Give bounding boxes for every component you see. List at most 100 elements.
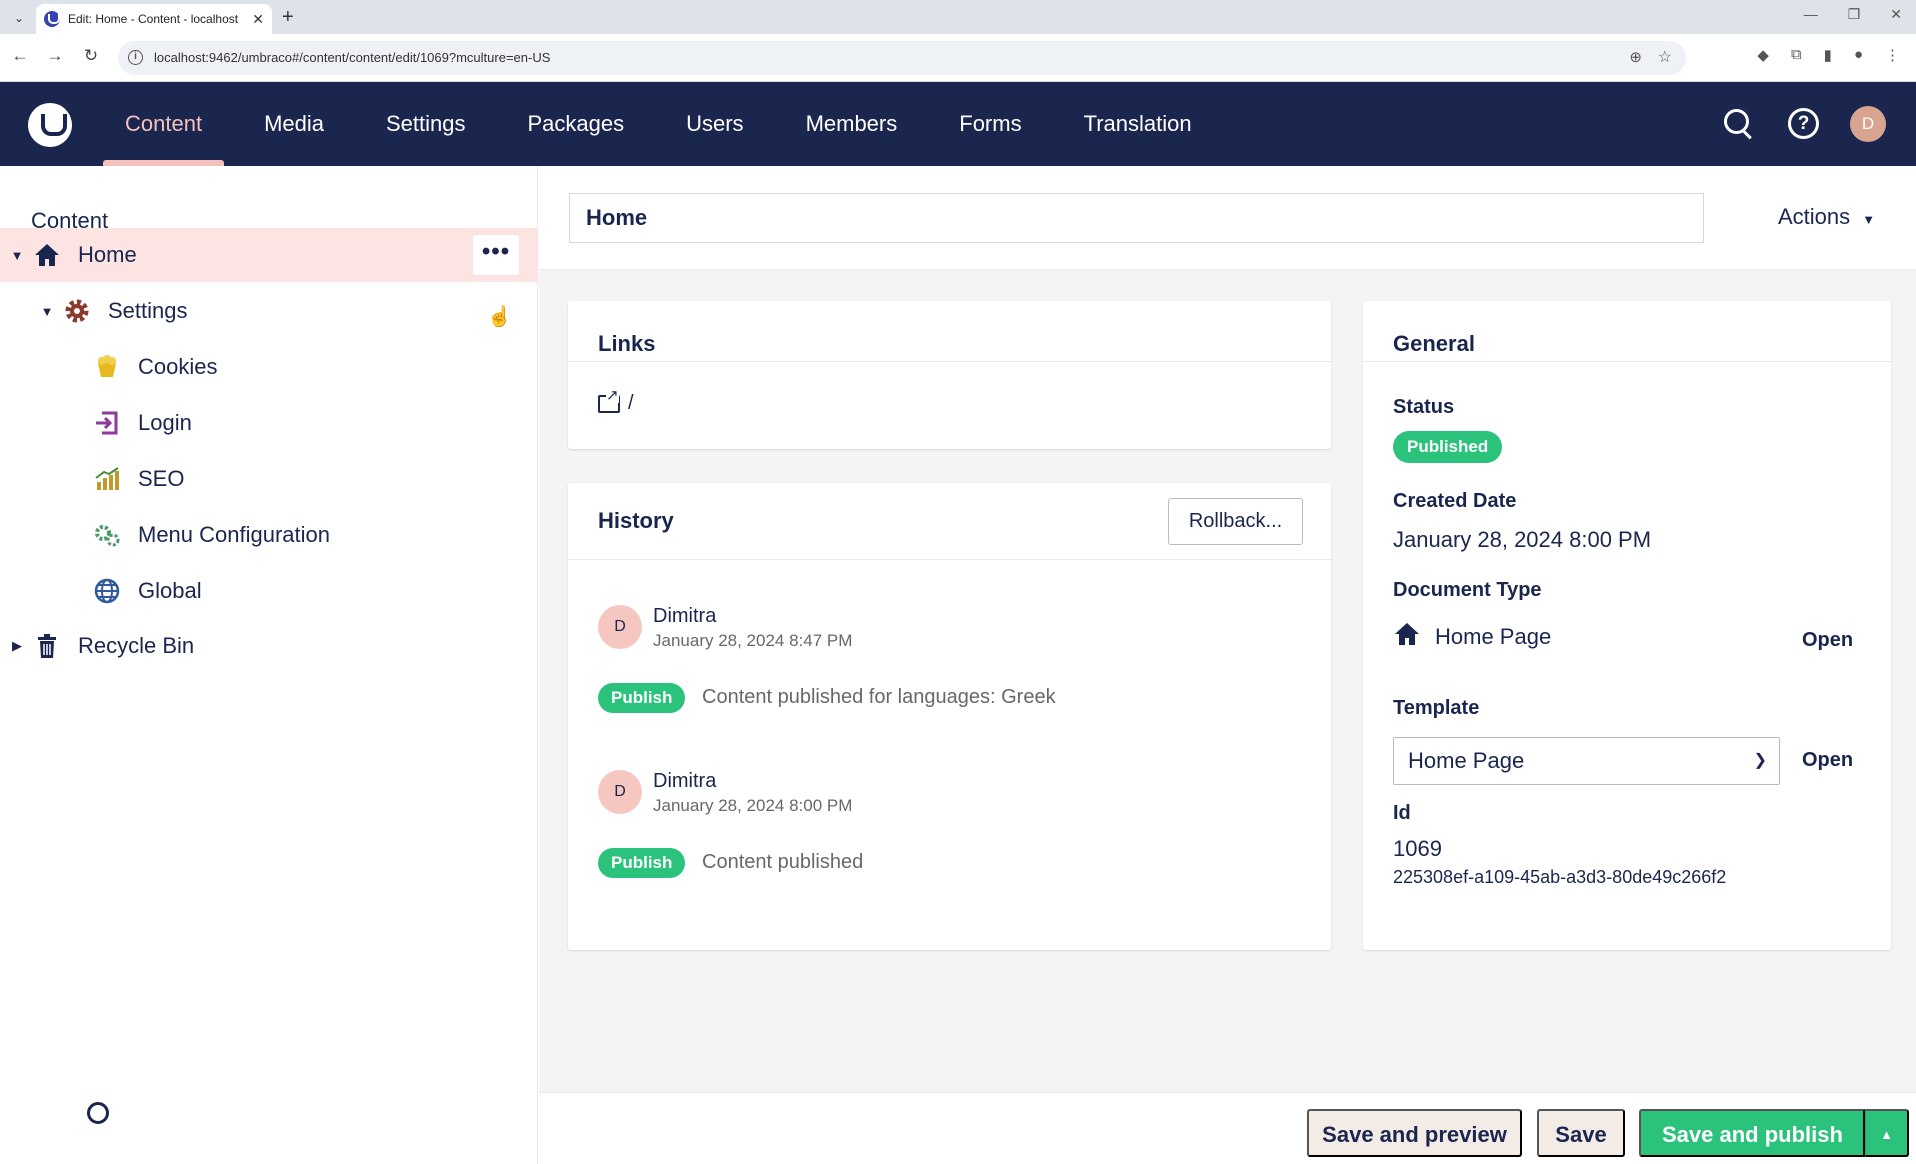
browser-tab[interactable]: Edit: Home - Content - localhost ✕ bbox=[36, 4, 272, 34]
history-entry: D Dimitra January 28, 2024 8:00 PM Publi… bbox=[598, 770, 1298, 890]
close-tab-icon[interactable]: ✕ bbox=[252, 11, 264, 28]
tree-label: Login bbox=[138, 410, 192, 435]
mouse-cursor-icon: ☝ bbox=[487, 306, 512, 328]
sidepanel-icon[interactable]: ▮ bbox=[1824, 46, 1832, 64]
search-icon[interactable] bbox=[1722, 107, 1756, 141]
login-icon bbox=[92, 408, 122, 438]
external-link-icon bbox=[598, 387, 620, 413]
new-tab-icon[interactable]: + bbox=[282, 6, 294, 29]
publish-options-caret-icon[interactable]: ▲ bbox=[1865, 1109, 1909, 1157]
loading-indicator-icon bbox=[87, 1102, 109, 1124]
tree-label: SEO bbox=[138, 466, 185, 491]
nav-translation[interactable]: Translation bbox=[1053, 82, 1223, 166]
back-icon[interactable]: ← bbox=[8, 46, 32, 66]
tree-node-seo[interactable]: SEO bbox=[0, 452, 538, 506]
caret-down-icon: ▼ bbox=[1862, 212, 1876, 227]
tree-label: Settings bbox=[108, 298, 188, 323]
created-date-label: Created Date bbox=[1393, 490, 1517, 512]
profile-icon[interactable]: ● bbox=[1854, 46, 1863, 64]
nav-settings[interactable]: Settings bbox=[355, 82, 497, 166]
help-icon[interactable]: ? bbox=[1788, 108, 1819, 139]
main-nav: Content Media Settings Packages Users Me… bbox=[94, 82, 1223, 166]
nav-forms[interactable]: Forms bbox=[928, 82, 1052, 166]
entry-message: Content published bbox=[702, 851, 864, 873]
nav-content[interactable]: Content bbox=[94, 82, 233, 166]
nav-users[interactable]: Users bbox=[655, 82, 774, 166]
nav-media[interactable]: Media bbox=[233, 82, 355, 166]
open-document-type-link[interactable]: Open bbox=[1802, 629, 1853, 652]
browser-toolbar: ← → ↻ i localhost:9462/umbraco#/content/… bbox=[0, 34, 1916, 82]
link-url[interactable]: / bbox=[628, 392, 634, 415]
tree-node-recycle-bin[interactable]: ▶ Recycle Bin bbox=[0, 619, 538, 673]
created-date-value: January 28, 2024 8:00 PM bbox=[1393, 527, 1652, 552]
editor-header: Home Actions ▼ bbox=[539, 166, 1916, 270]
bookmark-star-icon[interactable]: ☆ bbox=[1658, 47, 1672, 67]
entry-user: Dimitra bbox=[653, 770, 717, 792]
home-icon bbox=[1393, 621, 1421, 653]
entry-date: January 28, 2024 8:00 PM bbox=[653, 796, 853, 815]
links-title: Links bbox=[598, 331, 656, 356]
rollback-button[interactable]: Rollback... bbox=[1168, 498, 1303, 545]
forward-icon[interactable]: → bbox=[43, 46, 67, 66]
content-name-input[interactable]: Home bbox=[569, 193, 1704, 243]
actions-dropdown[interactable]: Actions ▼ bbox=[1778, 204, 1875, 230]
tree-node-menu-configuration[interactable]: Menu Configuration bbox=[0, 508, 538, 562]
general-panel: General Status Published Created Date Ja… bbox=[1363, 301, 1891, 950]
umbraco-logo-icon[interactable] bbox=[28, 103, 72, 147]
zoom-icon[interactable]: ⊕ bbox=[1629, 48, 1642, 66]
tree-label: Recycle Bin bbox=[78, 633, 195, 658]
entry-date: January 28, 2024 8:47 PM bbox=[653, 631, 853, 650]
avatar: D bbox=[598, 605, 642, 649]
history-panel: History Rollback... D Dimitra January 28… bbox=[568, 483, 1331, 950]
tree-label: Global bbox=[138, 578, 202, 603]
tree-node-settings[interactable]: ▼ Settings bbox=[0, 284, 538, 338]
user-avatar[interactable]: D bbox=[1850, 106, 1886, 142]
history-entry: D Dimitra January 28, 2024 8:47 PM Publi… bbox=[598, 605, 1298, 725]
tab-search-chevron-icon[interactable]: ⌄ bbox=[8, 7, 30, 29]
umbraco-favicon-icon bbox=[44, 11, 60, 27]
restore-icon[interactable]: ❐ bbox=[1848, 6, 1861, 23]
browser-tab-title: Edit: Home - Content - localhost bbox=[68, 12, 239, 26]
content-tree-sidebar: Content ▼ Home ••• ▼ Settings Cookies Lo… bbox=[0, 166, 538, 1164]
chevron-down-icon: ❯ bbox=[1753, 752, 1767, 769]
minimize-icon[interactable]: — bbox=[1804, 6, 1818, 23]
site-info-icon[interactable]: i bbox=[128, 50, 143, 65]
content-link[interactable]: / bbox=[598, 387, 634, 415]
close-window-icon[interactable]: ✕ bbox=[1890, 6, 1902, 23]
guid-value: 225308ef-a109-45ab-a3d3-80de49c266f2 bbox=[1393, 867, 1727, 887]
save-and-publish-button[interactable]: Save and publish bbox=[1639, 1109, 1865, 1157]
tree-node-home[interactable]: ▼ Home ••• bbox=[0, 228, 538, 282]
collapse-caret-icon[interactable]: ▼ bbox=[40, 304, 54, 319]
template-select[interactable]: Home Page ❯ bbox=[1393, 737, 1780, 785]
address-bar[interactable]: i localhost:9462/umbraco#/content/conten… bbox=[118, 41, 1686, 75]
template-label: Template bbox=[1393, 697, 1480, 719]
puzzle-icon[interactable]: ⧉ bbox=[1791, 46, 1802, 64]
expand-caret-icon[interactable]: ▶ bbox=[10, 638, 24, 654]
open-template-link[interactable]: Open bbox=[1802, 749, 1853, 772]
tree-node-global[interactable]: Global bbox=[0, 564, 538, 618]
general-title: General bbox=[1393, 331, 1475, 356]
save-button[interactable]: Save bbox=[1537, 1109, 1625, 1157]
globe-icon bbox=[92, 576, 122, 606]
divider bbox=[1363, 361, 1891, 362]
publish-badge: Publish bbox=[598, 683, 686, 713]
template-value: Home Page bbox=[1408, 748, 1525, 773]
home-icon bbox=[32, 240, 62, 270]
nav-members[interactable]: Members bbox=[775, 82, 929, 166]
nav-packages[interactable]: Packages bbox=[496, 82, 655, 166]
menu-kebab-icon[interactable]: ⋮ bbox=[1885, 46, 1900, 64]
tree-label: Cookies bbox=[138, 354, 218, 379]
save-and-preview-button[interactable]: Save and preview bbox=[1307, 1109, 1522, 1157]
reload-icon[interactable]: ↻ bbox=[79, 46, 103, 66]
entry-message: Content published for languages: Greek bbox=[702, 686, 1056, 708]
editor-footer: Save and preview Save Save and publish ▲ bbox=[539, 1092, 1916, 1164]
extension-icon[interactable]: ◆ bbox=[1757, 46, 1769, 64]
tree-node-login[interactable]: Login bbox=[0, 396, 538, 450]
address-url[interactable]: localhost:9462/umbraco#/content/content/… bbox=[154, 50, 550, 65]
tree-label: Home bbox=[78, 242, 137, 267]
node-actions-button[interactable]: ••• bbox=[473, 235, 519, 275]
actions-label: Actions bbox=[1778, 204, 1851, 229]
status-label: Status bbox=[1393, 396, 1455, 418]
collapse-caret-icon[interactable]: ▼ bbox=[10, 248, 24, 263]
tree-node-cookies[interactable]: Cookies bbox=[0, 340, 538, 394]
